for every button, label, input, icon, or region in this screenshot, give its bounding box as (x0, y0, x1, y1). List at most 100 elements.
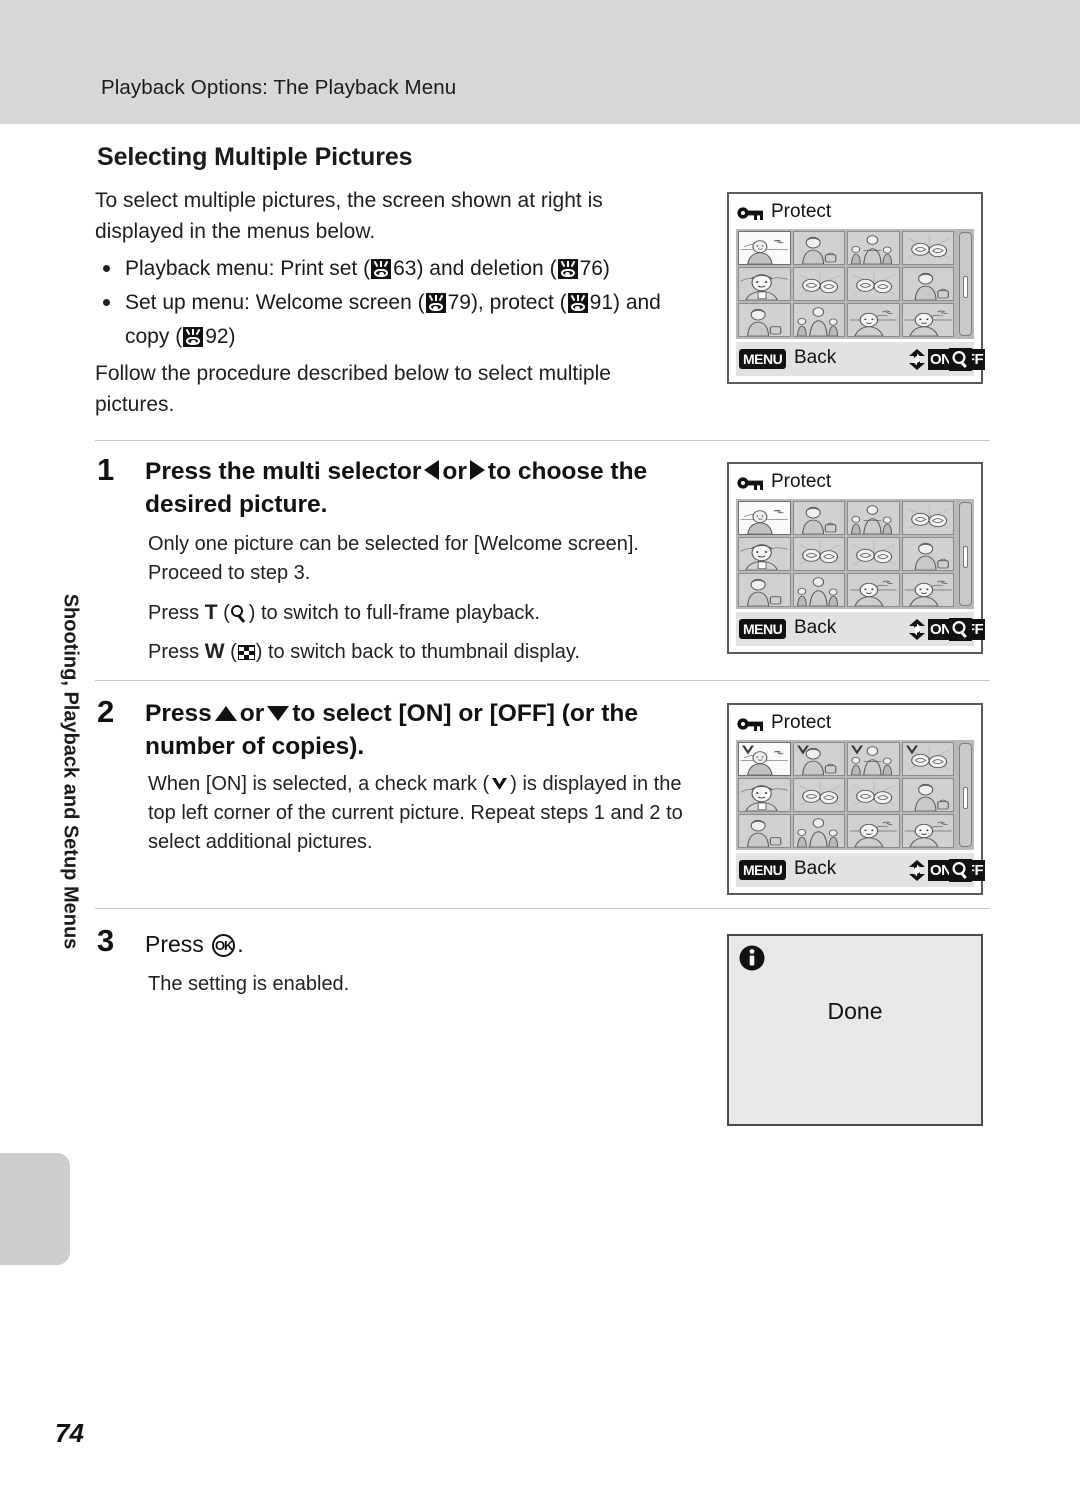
grid-scrollbar[interactable] (959, 232, 972, 336)
arrow-up-icon (214, 706, 237, 721)
thumbnail-cell[interactable] (901, 501, 954, 535)
thumbnail-cell[interactable] (792, 573, 845, 607)
step-number: 3 (97, 923, 115, 958)
screen-bottom-bar: MENUBackON/OFF (736, 612, 986, 646)
menu-button[interactable]: MENU (739, 619, 787, 639)
thumbnail-cell[interactable] (738, 742, 791, 776)
thumbnail-cell[interactable] (738, 267, 791, 301)
thumbnail-cell[interactable] (847, 303, 900, 337)
protect-key-icon (737, 716, 764, 732)
step-number: 2 (97, 694, 115, 729)
thumbnail-cell[interactable] (847, 537, 900, 571)
menu-button[interactable]: MENU (739, 349, 787, 369)
thumbnail-cell[interactable] (901, 267, 954, 301)
arrow-left-icon (424, 460, 440, 480)
thumbnail-cell[interactable] (901, 537, 954, 571)
check-mark-icon (741, 744, 755, 756)
magnifier-icon[interactable] (949, 618, 972, 641)
thumbnail-grid (736, 229, 974, 339)
thumbnail-cell[interactable] (847, 231, 900, 265)
thumbnail-cell[interactable] (738, 501, 791, 535)
bullet-dot (103, 299, 110, 306)
thumbnail-cell[interactable] (847, 573, 900, 607)
grid-scrollbar[interactable] (959, 502, 972, 606)
thumbnail-grid (736, 499, 974, 609)
thumbnail-cell[interactable] (901, 573, 954, 607)
page-reference-icon (425, 293, 446, 313)
page-reference-icon (183, 327, 204, 347)
thumbnail-cell[interactable] (738, 231, 791, 265)
list-item: Playback menu: Print set (63) and deleti… (95, 252, 705, 286)
step-heading-pre: Press (145, 700, 212, 727)
step-body-line: The setting is enabled. (148, 973, 350, 995)
up-down-arrow-icon (906, 860, 928, 881)
thumbnail-cell[interactable] (738, 303, 791, 337)
thumbnail-cell[interactable] (847, 267, 900, 301)
thumbnail-cell[interactable] (792, 303, 845, 337)
tele-button-label: T (204, 601, 218, 624)
thumbnail-cell[interactable] (847, 501, 900, 535)
check-mark-icon (850, 744, 864, 756)
check-mark-icon (796, 744, 810, 756)
thumbnail-cell[interactable] (901, 814, 954, 848)
thumbnail-cell[interactable] (847, 742, 900, 776)
arrow-down-icon (267, 706, 290, 721)
magnifier-icon[interactable] (949, 859, 972, 882)
intro-paragraph: To select multiple pictures, the screen … (95, 189, 603, 243)
screen-title: Protect (771, 201, 832, 222)
page-ref-number: 92 (205, 325, 229, 348)
step-body-line: When [ON] is selected, a check mark () i… (148, 770, 698, 857)
step-number: 1 (97, 452, 115, 487)
thumbnail-cell[interactable] (738, 778, 791, 812)
thumbnail-cell[interactable] (738, 814, 791, 848)
menu-button[interactable]: MENU (739, 860, 787, 880)
thumbnail-cell[interactable] (792, 267, 845, 301)
thumbnail-cell[interactable] (792, 501, 845, 535)
step-body-line: Press T () to switch to full-frame playb… (148, 601, 540, 624)
page-reference-icon (557, 259, 578, 279)
thumbnail-cell[interactable] (792, 778, 845, 812)
arrow-right-icon (469, 460, 485, 480)
screen-bottom-bar: MENUBackON/OFF (736, 853, 986, 887)
page-ref-number: 63 (393, 257, 417, 280)
thumbnail-cell[interactable] (792, 814, 845, 848)
thumbnail-cell[interactable] (847, 778, 900, 812)
grid-scrollbar[interactable] (959, 743, 972, 847)
thumbnail-cell[interactable] (901, 778, 954, 812)
thumbnail-cell[interactable] (738, 573, 791, 607)
ok-button-icon: OK (212, 934, 236, 957)
thumbnail-cell[interactable] (847, 814, 900, 848)
thumbnail-view-icon (237, 645, 255, 660)
thumbnail-cell[interactable] (901, 742, 954, 776)
thumbnail-cell[interactable] (792, 537, 845, 571)
list-item: Set up menu: Welcome screen (79), protec… (95, 286, 705, 354)
camera-screen-done: Done (727, 934, 983, 1126)
up-down-arrow-icon (906, 349, 928, 370)
page-ref-number: 79 (447, 291, 471, 314)
thumbnail-cell[interactable] (901, 231, 954, 265)
thumbnail-cell[interactable] (792, 231, 845, 265)
bullet-text-suffix: ) (602, 257, 610, 280)
section-divider (95, 680, 990, 681)
magnifier-icon[interactable] (949, 348, 972, 371)
back-label: Back (794, 858, 837, 879)
screen-title: Protect (771, 471, 832, 492)
bullet-dot (103, 265, 110, 272)
info-icon (739, 945, 765, 971)
step-heading-or: or (239, 700, 265, 727)
press-label: Press (148, 641, 200, 663)
press-suffix: ) to switch back to thumbnail display. (255, 641, 580, 663)
thumbnail-cell[interactable] (901, 303, 954, 337)
section-divider (95, 440, 990, 441)
camera-screen-protect-2: Protect MENUBackON/OFF (727, 462, 986, 654)
bullet-text-suffix: ) (228, 325, 236, 348)
section-divider (95, 908, 990, 909)
step-heading: Press OK. (145, 928, 545, 961)
bullet-text-prefix: Set up menu: Welcome screen ( (125, 291, 425, 314)
page-ref-number: 76 (579, 257, 603, 280)
thumbnail-cell[interactable] (738, 537, 791, 571)
screen-bottom-bar: MENUBackON/OFF (736, 342, 986, 376)
done-label: Done (827, 998, 883, 1024)
thumbnail-cell[interactable] (792, 742, 845, 776)
up-down-arrow-icon (906, 619, 928, 640)
